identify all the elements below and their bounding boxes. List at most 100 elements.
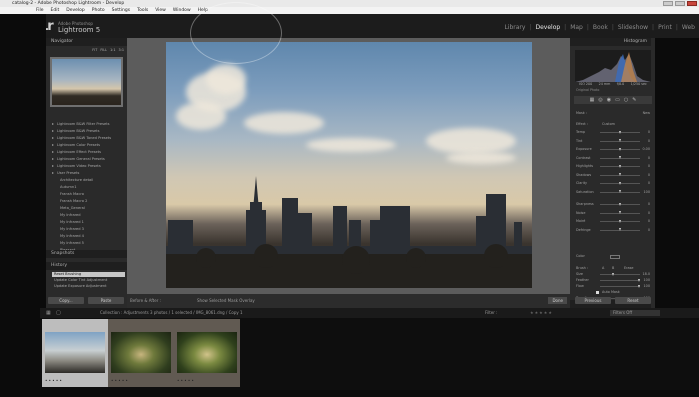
effect-slider[interactable]: Defringe 0 <box>576 228 650 233</box>
slider-track[interactable] <box>600 280 640 281</box>
disclosure-triangle-icon[interactable] <box>52 172 54 174</box>
copy-button[interactable]: Copy... <box>48 297 84 304</box>
disclosure-triangle-icon[interactable] <box>52 130 54 132</box>
preset-folder[interactable]: Lightroom B&W Presets <box>52 129 99 133</box>
graduated-filter-icon[interactable]: ▭ <box>615 97 620 103</box>
main-photo[interactable] <box>166 42 532 288</box>
radial-filter-icon[interactable]: ○ <box>624 97 628 103</box>
slider-knob[interactable] <box>638 278 640 282</box>
user-preset[interactable]: My Infrared 5 <box>60 241 84 245</box>
red-eye-icon[interactable]: ◉ <box>607 97 611 103</box>
brush-slider[interactable]: Size 18.0 <box>576 272 650 277</box>
effect-slider[interactable]: Clarity 0 <box>576 181 650 186</box>
slider-knob[interactable] <box>619 147 621 151</box>
filmstrip-thumbnail[interactable]: • • • • • <box>174 319 240 387</box>
slider-knob[interactable] <box>619 139 621 142</box>
user-preset[interactable]: My Infrared 1 <box>60 220 84 224</box>
history-item[interactable]: Update Color Tint Adjustment <box>52 278 125 283</box>
slider-knob[interactable] <box>619 202 621 206</box>
grid-icon[interactable]: ▦ <box>46 308 51 318</box>
slider-knob[interactable] <box>619 228 621 231</box>
slider-knob[interactable] <box>619 130 621 134</box>
preset-folder[interactable]: Lightroom Video Presets <box>52 164 101 168</box>
disclosure-triangle-icon[interactable] <box>52 151 54 153</box>
close-button[interactable] <box>687 1 697 6</box>
effect-slider[interactable]: Exposure 0.00 <box>576 147 650 152</box>
user-preset[interactable]: Meta_General <box>60 206 85 210</box>
navigator-header[interactable]: Navigator FIT FILL 1:1 3:1 <box>46 38 127 52</box>
brush-a[interactable]: A <box>602 266 604 271</box>
history-item[interactable]: Reset Brushing <box>52 272 125 277</box>
effect-slider[interactable]: Saturation 100 <box>576 190 650 195</box>
menu-settings[interactable]: Settings <box>112 7 130 14</box>
done-button[interactable]: Done <box>548 297 567 304</box>
menu-file[interactable]: File <box>36 7 44 14</box>
snapshots-header[interactable]: Snapshots <box>46 250 127 258</box>
preset-folder[interactable]: User Presets <box>52 171 79 175</box>
crop-tool-icon[interactable]: ▦ <box>590 97 595 103</box>
slider-knob[interactable] <box>619 211 621 214</box>
zoom-fit[interactable]: FIT <box>92 46 97 54</box>
brush-erase[interactable]: Erase <box>624 266 633 271</box>
paste-button[interactable]: Paste <box>88 297 124 304</box>
effect-slider[interactable]: Sharpness 0 <box>576 202 650 207</box>
module-book[interactable]: Book <box>593 24 608 31</box>
effect-slider[interactable]: Noise 0 <box>576 211 650 216</box>
module-develop[interactable]: Develop <box>535 24 560 31</box>
effect-slider[interactable]: Contrast 0 <box>576 156 650 161</box>
effect-slider[interactable]: Moiré 0 <box>576 219 650 224</box>
menu-view[interactable]: View <box>155 7 166 14</box>
module-print[interactable]: Print <box>658 24 672 31</box>
disclosure-triangle-icon[interactable] <box>52 137 54 139</box>
user-preset[interactable]: Autumn1 <box>60 185 77 189</box>
filmstrip-thumbnail[interactable]: • • • • • <box>42 319 108 387</box>
slider-knob[interactable] <box>612 272 614 276</box>
slider-knob[interactable] <box>638 284 640 288</box>
color-swatch[interactable] <box>610 254 620 259</box>
slider-knob[interactable] <box>619 190 621 193</box>
minimize-button[interactable] <box>663 1 673 6</box>
slider-knob[interactable] <box>619 164 621 168</box>
user-preset[interactable]: Architecture detail <box>60 178 93 182</box>
reset-button[interactable]: Reset <box>615 297 651 304</box>
user-preset[interactable]: My Infrared 3 <box>60 227 84 231</box>
disclosure-triangle-icon[interactable] <box>52 158 54 160</box>
zoom-1-1[interactable]: 1:1 <box>110 46 115 54</box>
preset-folder[interactable]: Lightroom General Presets <box>52 157 105 161</box>
preset-folder[interactable]: Lightroom Color Presets <box>52 143 100 147</box>
effect-slider[interactable]: Highlights 0 <box>576 164 650 169</box>
effect-dropdown[interactable]: Custom <box>602 122 615 127</box>
disclosure-triangle-icon[interactable] <box>52 165 54 167</box>
user-preset[interactable]: My Infrared <box>60 213 81 217</box>
brush-slider[interactable]: Flow 100 <box>576 284 650 289</box>
user-preset[interactable]: Fransh Macro <box>60 192 84 196</box>
module-slideshow[interactable]: Slideshow <box>618 24 648 31</box>
rating-filter[interactable]: ★★★★★ <box>530 308 553 318</box>
filter-dropdown[interactable]: Filters Off <box>610 310 660 316</box>
preset-folder[interactable]: Lightroom B&W Toned Presets <box>52 136 111 140</box>
menu-window[interactable]: Window <box>173 7 191 14</box>
histogram-header[interactable]: Histogram <box>570 38 651 46</box>
menu-develop[interactable]: Develop <box>66 7 85 14</box>
loupe-icon[interactable]: ▢ <box>56 308 61 318</box>
slider-knob[interactable] <box>619 156 621 159</box>
history-item[interactable]: Update Exposure Adjustment <box>52 284 125 289</box>
maximize-button[interactable] <box>675 1 685 6</box>
module-library[interactable]: Library <box>504 24 525 31</box>
preset-folder[interactable]: Lightroom B&W Filter Presets <box>52 122 110 126</box>
effect-slider[interactable]: Shadows 0 <box>576 173 650 178</box>
brush-slider[interactable]: Feather 100 <box>576 278 650 283</box>
zoom-fill[interactable]: FILL <box>100 46 107 54</box>
auto-mask-checkbox[interactable] <box>596 291 599 294</box>
previous-button[interactable]: Previous <box>575 297 611 304</box>
navigator-preview[interactable] <box>50 57 123 107</box>
adjustment-brush-icon[interactable]: ✎ <box>632 97 636 103</box>
module-map[interactable]: Map <box>570 24 583 31</box>
histogram[interactable] <box>575 50 651 82</box>
disclosure-triangle-icon[interactable] <box>52 123 54 125</box>
disclosure-triangle-icon[interactable] <box>52 144 54 146</box>
before-after-label[interactable]: Before & After : <box>130 298 161 303</box>
module-web[interactable]: Web <box>682 24 695 31</box>
zoom-3-1[interactable]: 3:1 <box>119 46 124 54</box>
slider-track[interactable] <box>600 286 640 287</box>
